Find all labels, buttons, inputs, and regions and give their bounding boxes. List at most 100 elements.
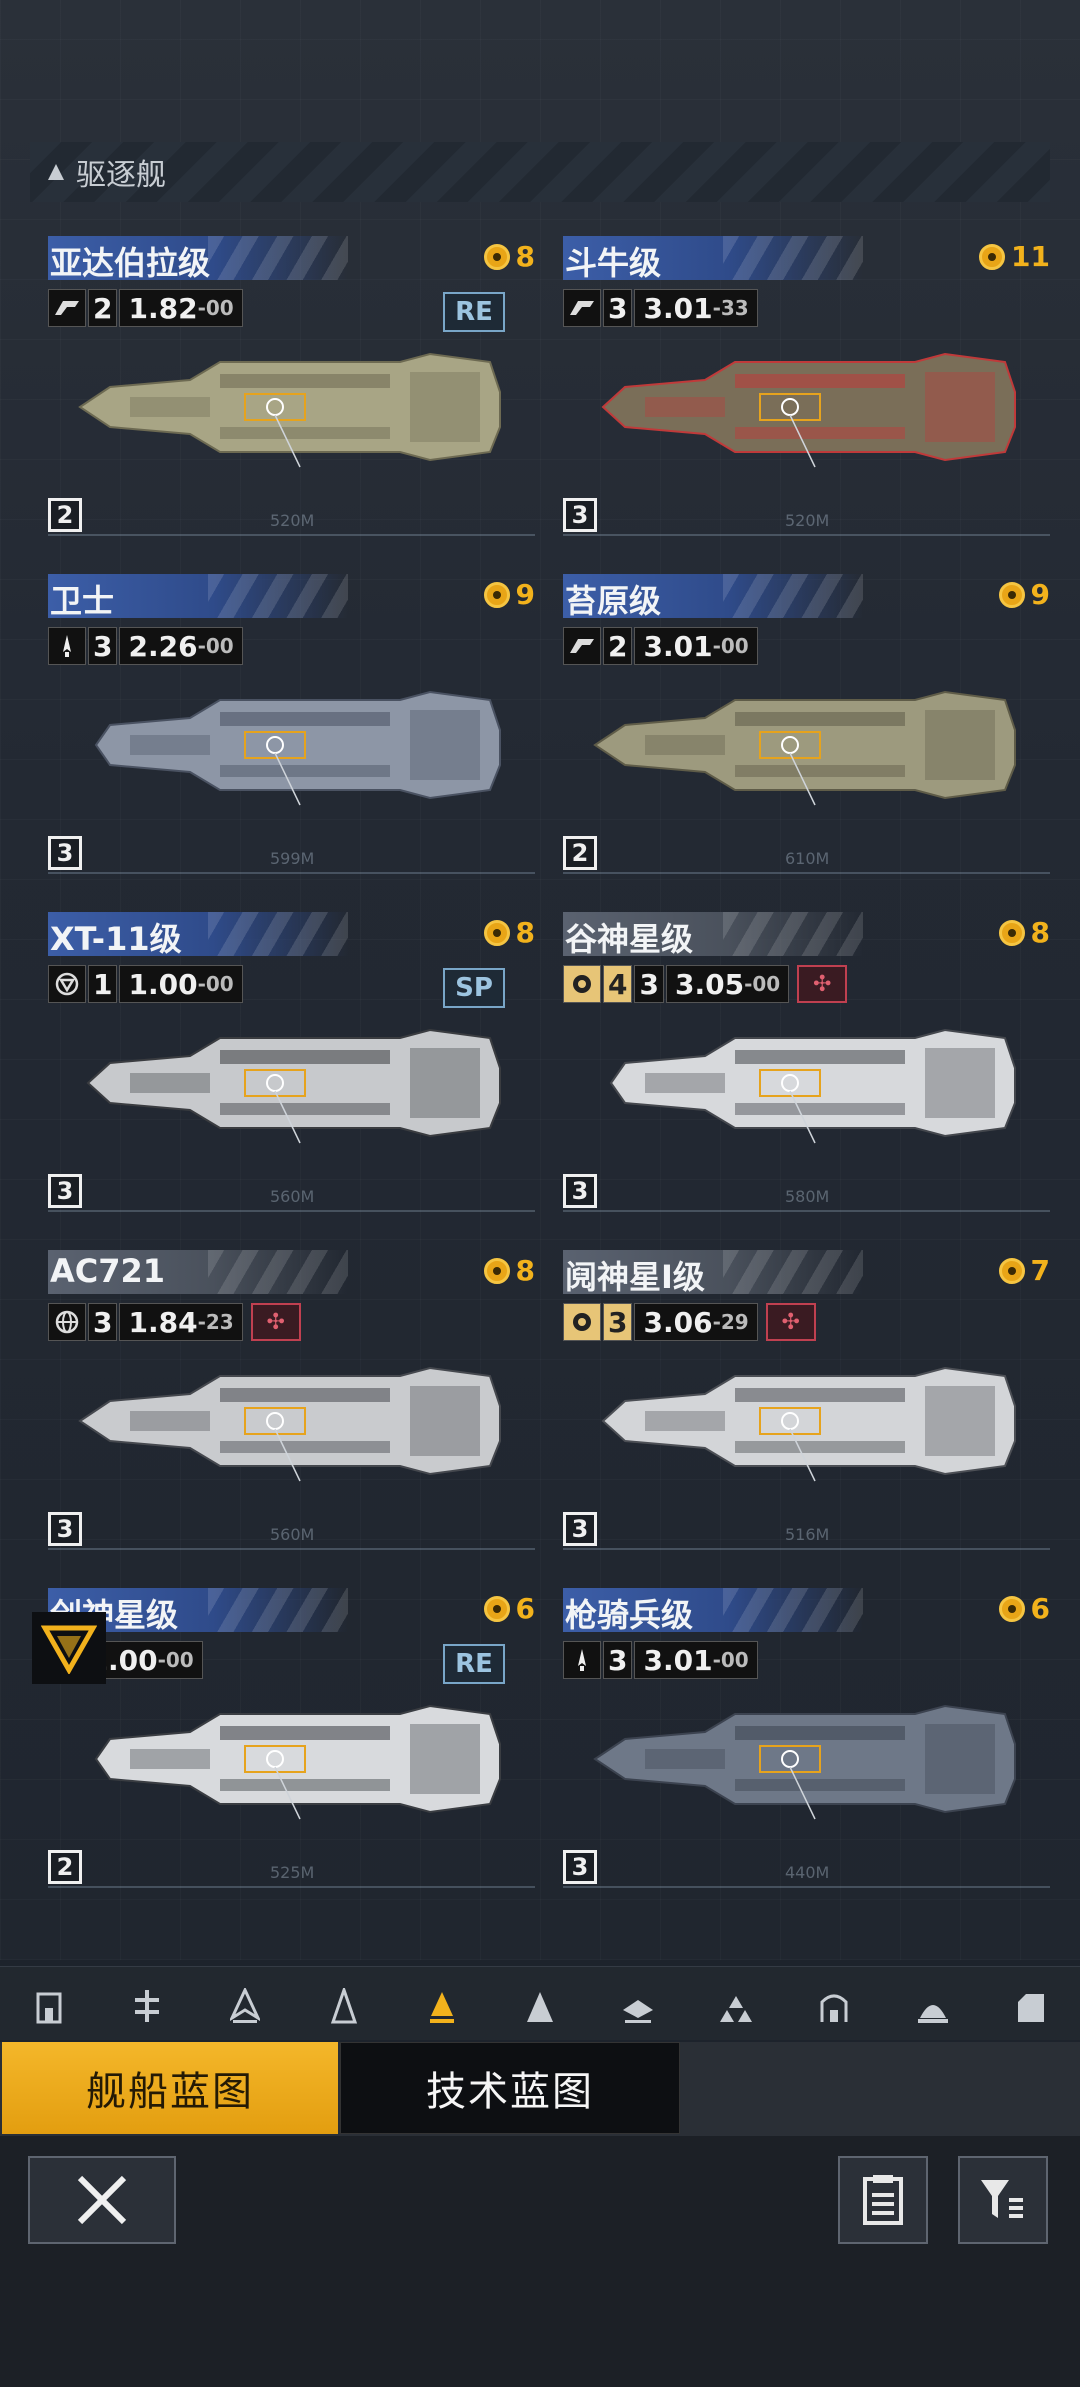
ship-length: 610M: [785, 849, 830, 868]
version-minor: 00: [720, 634, 749, 658]
carrier-icon[interactable]: [29, 1984, 69, 2024]
stat-row: 3 3.01-00: [563, 1641, 758, 1679]
fighter-icon[interactable]: [716, 1984, 756, 2024]
ship-version: 1.00-00: [119, 965, 243, 1003]
ship-card[interactable]: 卫士 9 3 2.26-00 599M 3: [30, 570, 535, 880]
cost-coin-icon: [998, 581, 1025, 608]
ship-count-secondary: 3: [634, 965, 664, 1003]
ballistic-icon: [48, 289, 86, 327]
version-major: 3.06: [643, 1305, 713, 1339]
close-button[interactable]: [28, 2156, 176, 2244]
ship-version: 3.01-00: [634, 627, 758, 665]
ship-cost: 11: [979, 240, 1050, 273]
section-header[interactable]: 驱逐舰: [30, 142, 1050, 202]
ship-image[interactable]: [70, 670, 510, 820]
ship-name: AC721: [50, 1252, 166, 1290]
ship-version: 3.06-29: [634, 1303, 758, 1341]
ship-card[interactable]: 阋神星I级 7 3 3.06-29 ✣ 516M 3: [545, 1246, 1050, 1556]
ship-name: 谷神星级: [565, 920, 694, 958]
ship-cost: 9: [483, 578, 535, 611]
scale-line: [48, 1886, 535, 1888]
scale-line: [563, 1548, 1050, 1550]
cost-coin-icon: [483, 243, 510, 270]
ship-card[interactable]: XT-11级 8 1 1.00-00 SP 560M 3: [30, 908, 535, 1218]
ship-card[interactable]: 斗牛级 11 3 3.01-33 520M 3: [545, 232, 1050, 542]
scale-line: [563, 534, 1050, 536]
list-button[interactable]: [838, 2156, 928, 2244]
cost-value: 9: [515, 578, 535, 611]
station-icon[interactable]: [814, 1984, 854, 2024]
tab-ship-blueprint[interactable]: 舰船蓝图: [2, 2042, 338, 2134]
ship-image[interactable]: [70, 1008, 510, 1158]
auxiliary-icon[interactable]: [618, 1984, 658, 2024]
version-minor: 00: [752, 972, 781, 996]
ship-image[interactable]: [70, 1346, 510, 1496]
module-icon[interactable]: [1011, 1984, 1051, 2024]
ship-name: 卫士: [50, 582, 115, 620]
tier-badge: 3: [48, 1174, 82, 1208]
version-major: 1.82: [128, 291, 198, 325]
destroyer-filter-icon[interactable]: [422, 1984, 462, 2024]
variant-badge: SP: [443, 968, 505, 1008]
scale-line: [48, 534, 535, 536]
ship-version: 1.84-23: [119, 1303, 243, 1341]
ship-card[interactable]: 谷神星级 8 4 3 3.05-00 ✣ 580M 3: [545, 908, 1050, 1218]
frigate-icon[interactable]: [324, 1984, 364, 2024]
ship-length: 560M: [270, 1525, 315, 1544]
ship-cost: 6: [483, 1592, 535, 1625]
ship-card[interactable]: AC721 8 3 1.84-23 ✣ 560M 3: [30, 1246, 535, 1556]
missile-icon: [48, 627, 86, 665]
version-major: 3.01: [643, 629, 713, 663]
dome-icon[interactable]: [913, 1984, 953, 2024]
ship-version: 3.05-00: [665, 965, 790, 1003]
tier-badge: 2: [48, 498, 82, 532]
ship-image[interactable]: [70, 332, 510, 482]
ship-image[interactable]: [585, 670, 1025, 820]
ship-image[interactable]: [585, 1684, 1025, 1834]
ship-image[interactable]: [70, 1684, 510, 1834]
filter-button[interactable]: [958, 2156, 1048, 2244]
module-slot-icon[interactable]: ✣: [765, 1303, 816, 1341]
cost-coin-icon: [483, 1257, 510, 1284]
stat-row: 3 1.84-23 ✣: [48, 1303, 301, 1341]
cost-coin-icon: [483, 1595, 510, 1622]
tier-badge: 3: [563, 1512, 597, 1546]
ship-card[interactable]: 苔原级 9 2 3.01-00 610M 2: [545, 570, 1050, 880]
ship-image[interactable]: [585, 1346, 1025, 1496]
ship-count: 3: [88, 627, 118, 665]
tier-badge: 3: [563, 1850, 597, 1884]
triangle-badge-icon[interactable]: [32, 1612, 106, 1684]
battlecruiser-icon[interactable]: [127, 1984, 167, 2024]
ship-version: 3.01-00: [634, 1641, 758, 1679]
ship-name: 亚达伯拉级: [50, 244, 211, 282]
scale-line: [563, 1886, 1050, 1888]
cost-value: 8: [515, 1254, 535, 1287]
ship-cost: 9: [998, 578, 1050, 611]
cruiser-icon[interactable]: [225, 1984, 265, 2024]
variant-badge: RE: [443, 292, 505, 332]
corvette-icon[interactable]: [520, 1984, 560, 2024]
ship-card[interactable]: 亚达伯拉级 8 2 1.82-00 RE 520M 2: [30, 232, 535, 542]
ship-length: 580M: [785, 1187, 830, 1206]
ship-card[interactable]: 枪骑兵级 6 3 3.01-00 440M 3: [545, 1584, 1050, 1894]
ship-length: 516M: [785, 1525, 830, 1544]
cost-coin-icon: [998, 919, 1025, 946]
scale-line: [48, 1548, 535, 1550]
ballistic-icon: [563, 289, 601, 327]
cost-value: 8: [515, 916, 535, 949]
ship-name: 阋神星I级: [565, 1258, 705, 1296]
module-slot-icon[interactable]: ✣: [797, 965, 848, 1003]
scale-line: [48, 872, 535, 874]
ship-count: 3: [603, 289, 633, 327]
globe-icon: [48, 1303, 86, 1341]
tab-tech-blueprint[interactable]: 技术蓝图: [340, 2042, 680, 2134]
module-slot-icon[interactable]: ✣: [250, 1303, 301, 1341]
ship-cost: 7: [998, 1254, 1050, 1287]
ship-cost: 8: [483, 240, 535, 273]
version-major: 1.00: [128, 967, 198, 1001]
drone-icon: [48, 965, 86, 1003]
ship-image[interactable]: [585, 332, 1025, 482]
stat-row: 2 3.01-00: [563, 627, 758, 665]
ship-image[interactable]: [585, 1008, 1025, 1158]
cost-value: 6: [1030, 1592, 1050, 1625]
